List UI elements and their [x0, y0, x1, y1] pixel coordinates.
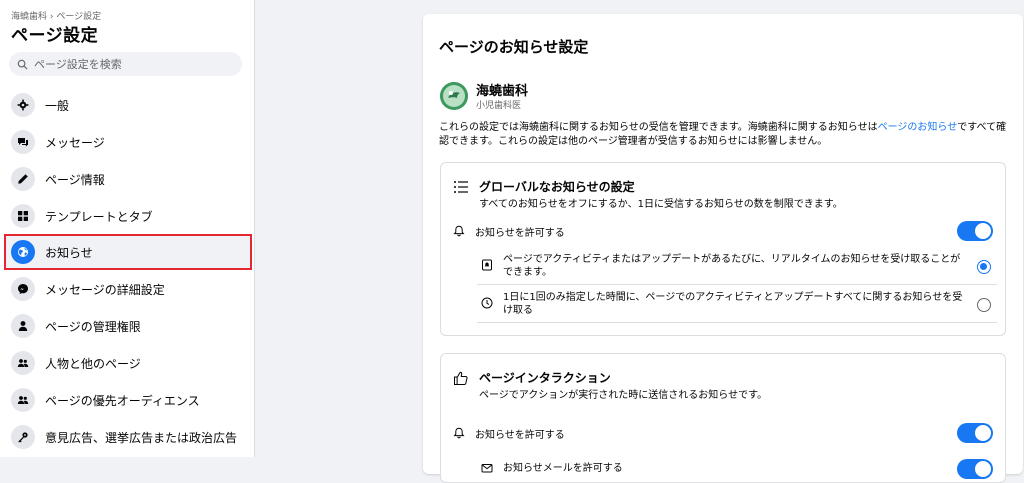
page-title: ページ設定 [11, 26, 99, 46]
sidebar-item-label: メッセージの詳細設定 [45, 282, 165, 297]
search-box[interactable] [9, 52, 242, 76]
section-description: ページでアクションが実行された時に送信されるお知らせです。 [479, 390, 768, 401]
sidebar-item-page-info[interactable]: ページ情報 [4, 161, 252, 197]
intro-text-before: これらの設定では海蟯歯科に関するお知らせの受信を管理できます。海蟯歯科に関するお… [439, 122, 878, 133]
daily-digest-option-text: 1日に1回のみ指定した時間に、ページでのアクティビティとアップデートすべてに関す… [503, 292, 963, 316]
sidebar-item-label: テンプレートとタブ [45, 209, 153, 224]
search-icon [17, 59, 28, 70]
settings-sidebar: 海蟯歯科 › ページ設定 ページ設定 一般 メッセージ ページ情報 テンプレート… [0, 0, 255, 457]
realtime-icon [482, 259, 492, 271]
bell-icon [453, 427, 465, 439]
sidebar-item-people-other-pages[interactable]: 人物と他のページ [4, 345, 252, 381]
email-icon [481, 464, 493, 473]
people-icon [17, 359, 29, 367]
grid-icon [18, 211, 28, 221]
chat-bubbles-icon [18, 138, 28, 147]
daily-digest-option-row[interactable]: 1日に1回のみ指定した時間に、ページでのアクティビティとアップデートすべてに関す… [477, 287, 997, 323]
global-notifications-section: グローバルなお知らせの設定 すべてのお知らせをオフにするか、1日に受信するお知ら… [440, 162, 1006, 336]
page-name[interactable]: 海蟯歯科 [476, 80, 528, 99]
sidebar-item-label: メッセージ [45, 135, 105, 150]
sidebar-item-advanced-messaging[interactable]: メッセージの詳細設定 [4, 271, 252, 307]
page-logo-icon [440, 82, 468, 110]
sidebar-item-label: ページの管理権限 [45, 319, 141, 334]
page-notifications-link[interactable]: ページのお知らせ [878, 122, 958, 133]
sidebar-item-label: ページ情報 [45, 172, 105, 187]
sidebar-item-templates-tabs[interactable]: テンプレートとタブ [4, 198, 252, 234]
search-input[interactable] [32, 56, 232, 72]
list-icon [454, 181, 468, 193]
section-title: ページインタラクション [479, 371, 611, 385]
sidebar-item-preferred-audience[interactable]: ページの優先オーディエンス [4, 382, 252, 418]
sidebar-item-label: 一般 [45, 98, 70, 113]
bell-icon [453, 225, 465, 237]
sidebar-item-label: ページの優先オーディエンス [45, 393, 200, 408]
section-description: すべてのお知らせをオフにするか、1日に受信するお知らせの数を制限できます。 [479, 199, 843, 210]
allow-notifications-label: お知らせを許可する [475, 228, 565, 239]
sidebar-item-label: お知らせ [45, 245, 93, 260]
allow-notifications-toggle[interactable] [957, 221, 993, 241]
page-avatar[interactable] [440, 82, 468, 110]
sidebar-item-label: 意見広告、選挙広告または政治広告 [45, 430, 238, 445]
notification-settings-card: ページのお知らせ設定 海蟯歯科 小児歯科医 これらの設定では海蟯歯科に関するお知… [423, 14, 1023, 483]
daily-digest-option-radio[interactable] [977, 298, 991, 312]
realtime-option-text: ページでアクティビティまたはアップデートがあるたびに、リアルタイムのお知らせを受… [503, 254, 961, 278]
sidebar-item-political-ads[interactable]: 意見広告、選挙広告または政治広告 [4, 419, 252, 455]
messenger-icon [18, 284, 28, 294]
sidebar-item-general[interactable]: 一般 [4, 87, 252, 123]
section-title: グローバルなお知らせの設定 [479, 180, 635, 194]
allow-notifications-label: お知らせを許可する [475, 430, 565, 441]
sidebar-item-messages[interactable]: メッセージ [4, 124, 252, 160]
sidebar-item-label: 人物と他のページ [45, 356, 141, 371]
clock-icon [481, 297, 493, 309]
allow-notifications-toggle[interactable] [957, 423, 993, 443]
page-category: 小児歯科医 [476, 101, 522, 111]
people-icon [17, 396, 29, 404]
thumbs-up-icon [454, 371, 468, 385]
sidebar-item-notifications[interactable]: お知らせ [4, 234, 252, 270]
pencil-icon [18, 174, 28, 184]
key-icon [18, 432, 28, 443]
card-title: ページのお知らせ設定 [439, 38, 589, 56]
email-option-text: お知らせメールを許可する [503, 463, 623, 474]
globe-icon [18, 247, 28, 257]
intro-text: これらの設定では海蟯歯科に関するお知らせの受信を管理できます。海蟯歯科に関するお… [439, 121, 1009, 149]
sidebar-item-page-roles[interactable]: ページの管理権限 [4, 308, 252, 344]
gear-icon [17, 99, 29, 111]
realtime-option-row[interactable]: ページでアクティビティまたはアップデートがあるたびに、リアルタイムのお知らせを受… [477, 249, 997, 285]
page-interaction-section: ページインタラクション ページでアクションが実行された時に送信されるお知らせです… [440, 353, 1006, 483]
person-icon [18, 321, 28, 331]
allow-email-toggle[interactable] [957, 459, 993, 479]
realtime-option-radio[interactable] [977, 260, 991, 274]
